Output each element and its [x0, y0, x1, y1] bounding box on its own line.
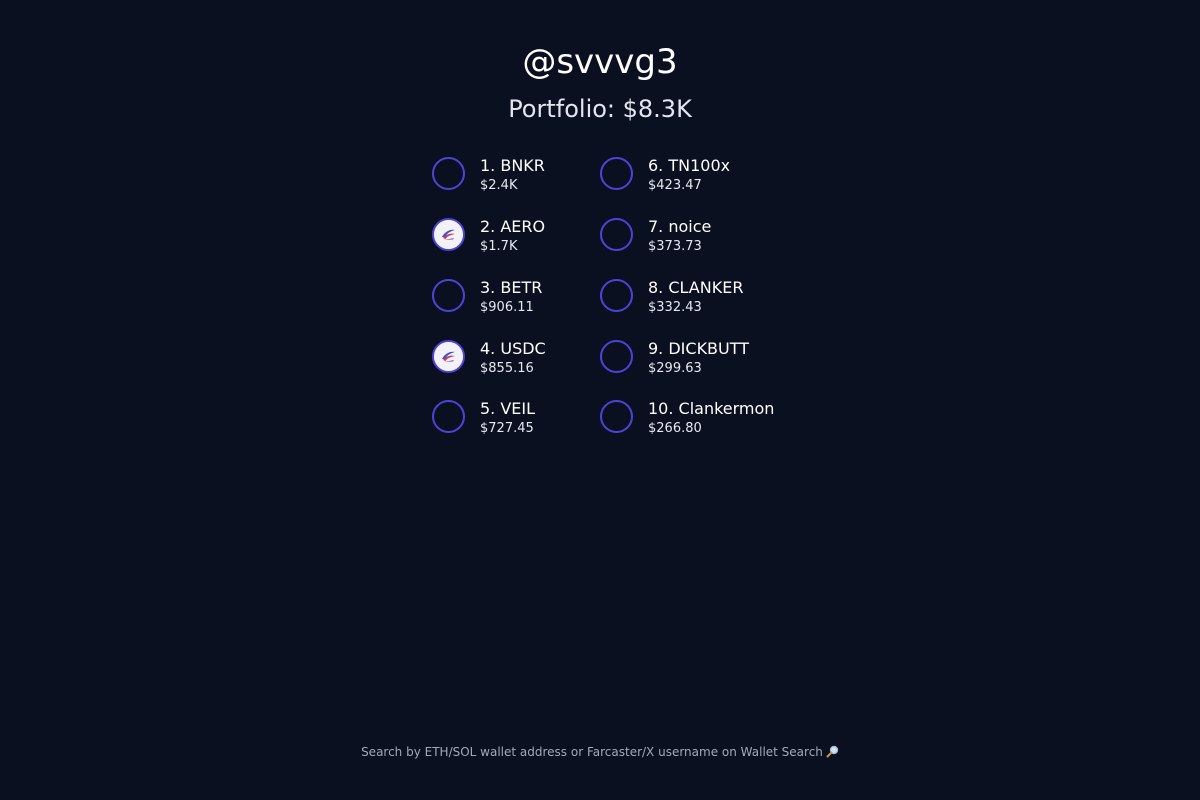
token-value: $855.16 [480, 361, 534, 376]
token-value: $1.7K [480, 239, 518, 254]
token-name: 2. AERO [480, 217, 546, 236]
token-name: 10. Clankermon [648, 399, 775, 418]
token-name: 4. USDC [480, 339, 546, 358]
token-value: $2.4K [480, 178, 518, 193]
token-logo-icon [600, 340, 633, 373]
token-logo-icon [600, 218, 633, 251]
usdc-logo-icon [432, 340, 465, 373]
footer-hint: Search by ETH/SOL wallet address or Farc… [0, 743, 1200, 763]
token-logo-icon [432, 157, 465, 190]
token-logo-icon [432, 279, 465, 312]
token-logo-icon [600, 400, 633, 433]
holdings-grid: 1. BNKR $2.4K 2. AERO $1.7K 3. BETR $906… [432, 156, 832, 457]
holding-item[interactable]: 1. BNKR $2.4K [432, 156, 602, 197]
token-name: 1. BNKR [480, 156, 545, 175]
token-name: 7. noice [648, 217, 712, 236]
holding-item[interactable]: 7. noice $373.73 [600, 217, 770, 258]
token-name: 8. CLANKER [648, 278, 744, 297]
token-value: $727.45 [480, 421, 534, 436]
holding-item[interactable]: 8. CLANKER $332.43 [600, 278, 770, 319]
portfolio-page: @svvvg3 Portfolio: $8.3K 1. BNKR $2.4K 2… [0, 0, 1200, 800]
token-name: 9. DICKBUTT [648, 339, 750, 358]
holding-item[interactable]: 3. BETR $906.11 [432, 278, 602, 319]
token-logo-icon [600, 157, 633, 190]
token-value: $266.80 [648, 421, 702, 436]
holding-item[interactable]: 2. AERO $1.7K [432, 217, 602, 258]
token-name: 3. BETR [480, 278, 543, 297]
footer-text: Search by ETH/SOL wallet address or Farc… [361, 745, 823, 759]
token-name: 6. TN100x [648, 156, 731, 175]
username-title: @svvvg3 [522, 42, 678, 82]
holding-item[interactable]: 6. TN100x $423.47 [600, 156, 770, 197]
holding-item[interactable]: 9. DICKBUTT $299.63 [600, 339, 770, 380]
token-value: $299.63 [648, 361, 702, 376]
token-logo-icon [432, 400, 465, 433]
token-logo-icon [600, 279, 633, 312]
portfolio-total: Portfolio: $8.3K [508, 95, 692, 123]
holding-item[interactable]: 10. Clankermon $266.80 [600, 399, 774, 440]
token-value: $373.73 [648, 239, 702, 254]
holding-item[interactable]: 5. VEIL $727.45 [432, 399, 602, 440]
holding-item[interactable]: 4. USDC $855.16 [432, 339, 602, 380]
magnifier-icon [826, 745, 839, 763]
token-value: $332.43 [648, 300, 702, 315]
token-value: $423.47 [648, 178, 702, 193]
aero-logo-icon [432, 218, 465, 251]
token-value: $906.11 [480, 300, 534, 315]
token-name: 5. VEIL [480, 399, 536, 418]
